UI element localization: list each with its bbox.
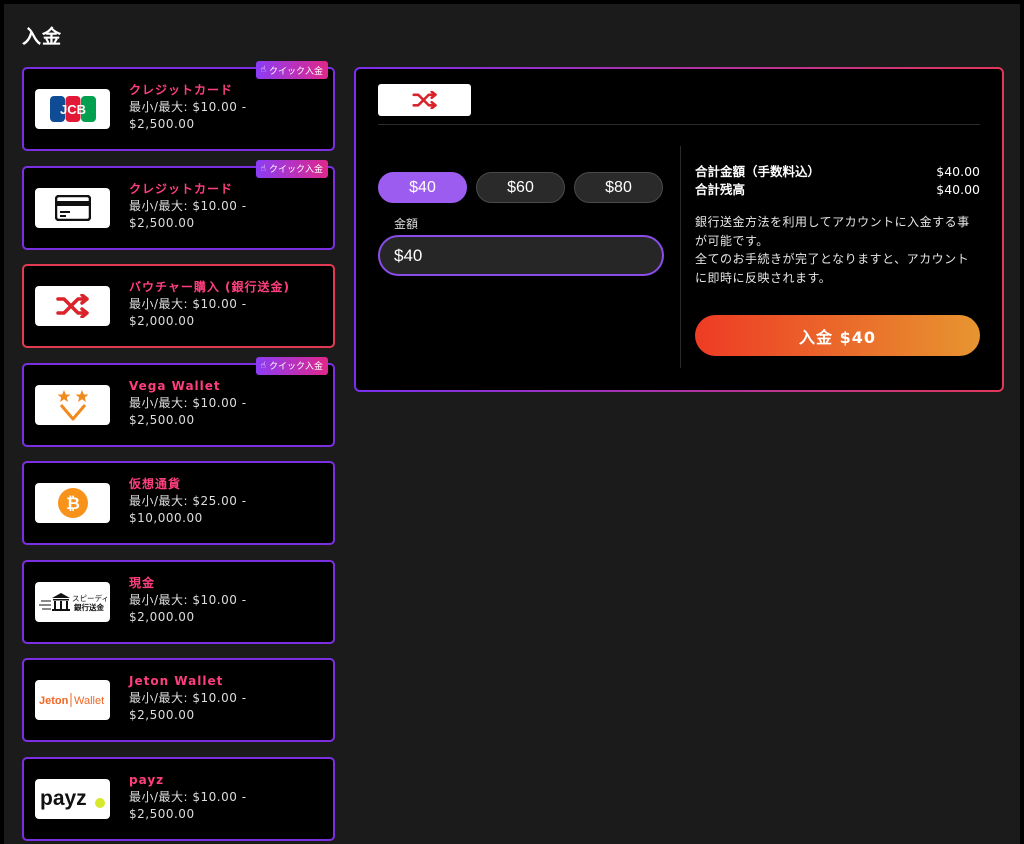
payment-method-list: ☝ クイック入金 JCB クレジットカード 最小/最大: $10.00 - $2,…	[22, 61, 335, 844]
card-icon	[35, 187, 110, 228]
amount-input[interactable]	[378, 235, 664, 276]
method-name: クレジットカード	[129, 83, 234, 97]
method-limits-max: $2,500.00	[129, 117, 195, 131]
bitcoin-icon: ₿	[35, 483, 110, 523]
shuffle-icon	[411, 91, 437, 109]
quick-deposit-badge: ☝ クイック入金	[255, 159, 328, 178]
method-limits-max: $2,000.00	[129, 609, 195, 624]
jeton-wallet-logo: Jeton Wallet	[35, 680, 110, 720]
method-name: 現金	[129, 575, 156, 590]
description-line-1: 銀行送金方法を利用してアカウントに入金する事が可能です。	[695, 215, 970, 248]
vega-wallet-logo	[35, 384, 110, 425]
hand-icon: ☝	[260, 65, 266, 75]
balance-label: 合計残高	[695, 182, 746, 197]
svg-text:₿: ₿	[66, 494, 80, 514]
svg-text:payz: payz	[40, 787, 87, 810]
svg-text:JCB: JCB	[59, 102, 85, 117]
method-limits: 最小/最大: $25.00 -	[129, 494, 247, 508]
method-jeton-wallet[interactable]: Jeton Wallet Jeton Wallet 最小/最大: $10.00 …	[22, 658, 335, 742]
jcb-logo: JCB	[35, 89, 110, 129]
method-crypto[interactable]: ₿ 仮想通貨 最小/最大: $25.00 - $10,000.00	[22, 461, 335, 545]
method-cash[interactable]: スピーディー 銀行送金 現金 最小/最大: $10.00 - $2,000.00	[22, 559, 335, 644]
method-name: Vega Wallet	[129, 378, 221, 393]
method-tab-voucher[interactable]	[378, 84, 471, 116]
method-limits: 最小/最大: $10.00 -	[129, 100, 247, 114]
speedy-bank-transfer-logo: スピーディー 銀行送金	[35, 581, 110, 622]
balance-row: 合計残高 $40.00	[695, 181, 980, 199]
hand-icon: ☝	[260, 360, 266, 371]
method-limits: 最小/最大: $10.00 -	[129, 789, 247, 804]
svg-text:銀行送金: 銀行送金	[73, 602, 104, 612]
payz-logo: payz	[35, 778, 110, 819]
method-limits: 最小/最大: $10.00 -	[129, 297, 247, 311]
method-limits-max: $2,000.00	[129, 314, 195, 328]
method-vega-wallet[interactable]: ☝ クイック入金 Vega Wallet 最小/最大: $10.00 - $2,5…	[22, 356, 335, 447]
preset-amount-40[interactable]: $40	[378, 172, 467, 203]
method-limits-max: $10,000.00	[129, 511, 203, 525]
balance-value: $40.00	[936, 182, 980, 197]
method-name: 仮想通貨	[129, 477, 182, 491]
svg-text:Wallet: Wallet	[74, 695, 104, 707]
shuffle-icon	[35, 286, 110, 326]
method-limits-max: $2,500.00	[129, 708, 195, 722]
quick-deposit-badge: ☝ クイック入金	[255, 356, 328, 375]
total-label: 合計金額（手数料込）	[695, 164, 821, 179]
total-row: 合計金額（手数料込） $40.00	[695, 163, 980, 181]
method-name: バウチャー購入 (銀行送金)	[129, 280, 291, 294]
method-payz[interactable]: payz payz 最小/最大: $10.00 - $2,500.00	[22, 756, 335, 841]
preset-amount-60[interactable]: $60	[476, 172, 565, 203]
method-limits-max: $2,500.00	[129, 412, 195, 427]
deposit-submit-button[interactable]: 入金 $40	[695, 315, 980, 356]
method-limits: 最小/最大: $10.00 -	[129, 592, 247, 607]
method-limits: 最小/最大: $10.00 -	[129, 198, 247, 213]
summary: 合計金額（手数料込） $40.00 合計残高 $40.00	[695, 163, 980, 199]
total-value: $40.00	[936, 164, 980, 179]
svg-text:Jeton: Jeton	[39, 695, 69, 707]
hand-icon: ☝	[260, 163, 266, 174]
preset-amounts: $40 $60 $80	[378, 172, 663, 203]
method-limits: 最小/最大: $10.00 -	[129, 395, 247, 410]
preset-amount-80[interactable]: $80	[574, 172, 663, 203]
page-title: 入金	[22, 26, 63, 48]
description-line-2: 全てのお手続きが完了となりますと、アカウントに即時に反映されます。	[695, 252, 970, 285]
method-name: Jeton Wallet	[129, 674, 224, 688]
method-voucher-bank-transfer[interactable]: バウチャー購入 (銀行送金) 最小/最大: $10.00 - $2,000.00	[22, 264, 335, 348]
deposit-page: 入金 ☝ クイック入金 JCB クレジットカード 最小/最大: $10.00 - …	[4, 4, 1020, 844]
method-name: クレジットカード	[129, 181, 234, 196]
method-name: payz	[129, 772, 165, 787]
method-limits-max: $2,500.00	[129, 806, 195, 821]
divider	[378, 124, 980, 125]
method-limits-max: $2,500.00	[129, 215, 195, 230]
svg-text:スピーディー: スピーディー	[72, 593, 107, 603]
deposit-panel: $40 $60 $80 金額 合計金額（手数料込） $40.00 合計残高 $4…	[354, 67, 1004, 392]
method-credit-card[interactable]: ☝ クイック入金 クレジットカード 最小/最大: $10.00 - $2,500.…	[22, 159, 335, 250]
amount-label: 金額	[394, 217, 419, 231]
divider	[680, 146, 681, 368]
method-credit-card-jcb[interactable]: ☝ クイック入金 JCB クレジットカード 最小/最大: $10.00 - $2,…	[22, 61, 335, 151]
quick-deposit-badge: ☝ クイック入金	[255, 61, 328, 79]
description: 銀行送金方法を利用してアカウントに入金する事が可能です。 全てのお手続きが完了と…	[695, 213, 980, 287]
method-limits: 最小/最大: $10.00 -	[129, 691, 247, 705]
